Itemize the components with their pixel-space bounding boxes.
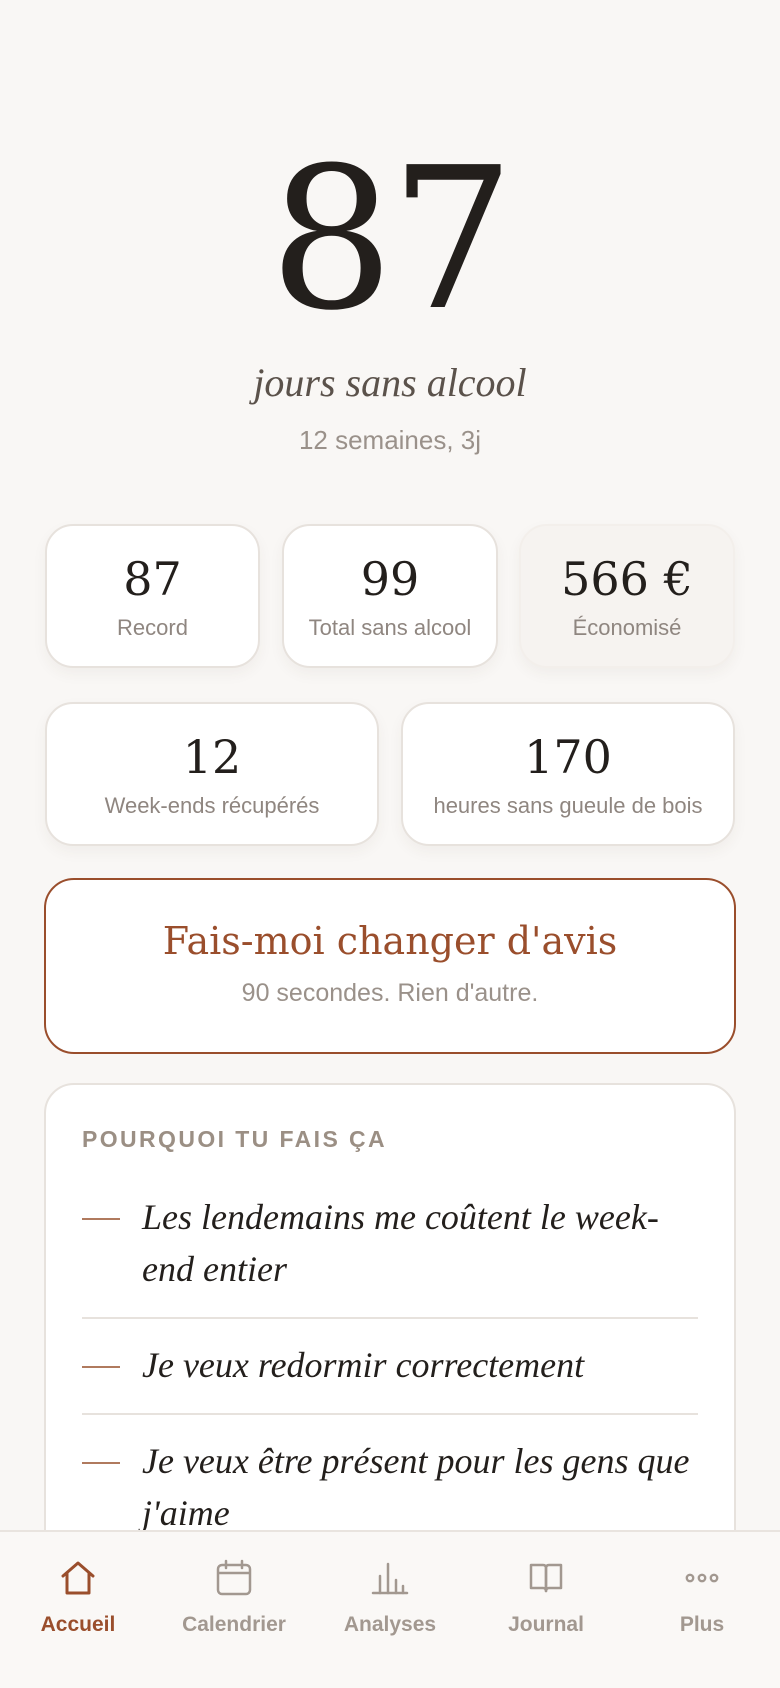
- stat-label: Total sans alcool: [308, 615, 472, 640]
- stat-label: heures sans gueule de bois: [433, 793, 703, 818]
- book-icon: [529, 1563, 563, 1593]
- reason-text: Je veux être présent pour les gens que j…: [142, 1441, 690, 1533]
- home-icon: [61, 1561, 95, 1595]
- tab-accueil[interactable]: Accueil: [0, 1556, 156, 1688]
- streak-hero: 87 jours sans alcool 12 semaines, 3j: [0, 140, 780, 456]
- tab-calendrier[interactable]: Calendrier: [156, 1556, 312, 1688]
- stat-label: Économisé: [572, 615, 682, 640]
- stat-card-total: 99 Total sans alcool: [282, 524, 498, 668]
- cta-title: Fais-moi changer d'avis: [162, 919, 618, 963]
- tab-label: Journal: [508, 1613, 584, 1636]
- tab-label: Accueil: [40, 1613, 116, 1636]
- reason-text: Les lendemains me coûtent le week-end en…: [142, 1197, 659, 1289]
- tab-plus[interactable]: Plus: [624, 1556, 780, 1688]
- stat-value: 12: [182, 730, 242, 784]
- reasons-heading: Pourquoi tu fais ça: [82, 1126, 388, 1152]
- stat-card-weekends: 12 Week-ends récupérés: [45, 702, 379, 846]
- stat-card-record: 87 Record: [45, 524, 260, 668]
- stat-card-hours: 170 heures sans gueule de bois: [401, 702, 735, 846]
- change-my-mind-button[interactable]: Fais-moi changer d'avis 90 secondes. Rie…: [44, 878, 736, 1054]
- streak-caption: jours sans alcool: [253, 360, 527, 405]
- streak-duration: 12 semaines, 3j: [298, 425, 482, 455]
- tab-journal[interactable]: Journal: [468, 1556, 624, 1688]
- tab-label: Analyses: [343, 1613, 437, 1636]
- dash-icon: [82, 1366, 120, 1368]
- tab-analyses[interactable]: Analyses: [312, 1556, 468, 1688]
- stat-value: 87: [123, 552, 182, 606]
- more-icon: [685, 1573, 719, 1583]
- streak-count: 87: [269, 126, 514, 354]
- reason-text: Je veux redormir correctement: [142, 1345, 585, 1385]
- tab-label: Calendrier: [182, 1613, 286, 1636]
- reason-item: Je veux redormir correctement: [82, 1319, 698, 1415]
- stat-label: Record: [117, 615, 188, 640]
- dash-icon: [82, 1218, 120, 1220]
- stat-value: 99: [360, 552, 420, 606]
- stat-value: 170: [524, 730, 612, 784]
- stat-label: Week-ends récupérés: [104, 793, 320, 818]
- stat-value: 566 €: [561, 552, 693, 606]
- bar-chart-icon: [371, 1562, 409, 1595]
- stat-card-saved: 566 € Économisé: [519, 524, 735, 668]
- tab-label: Plus: [679, 1613, 725, 1636]
- tab-bar: Accueil Calendrier Analyses Journal Plus: [0, 1530, 780, 1688]
- dash-icon: [82, 1462, 120, 1464]
- cta-subtitle: 90 secondes. Rien d'autre.: [241, 979, 539, 1007]
- calendar-icon: [216, 1559, 252, 1596]
- reason-item: Les lendemains me coûtent le week-end en…: [82, 1171, 698, 1319]
